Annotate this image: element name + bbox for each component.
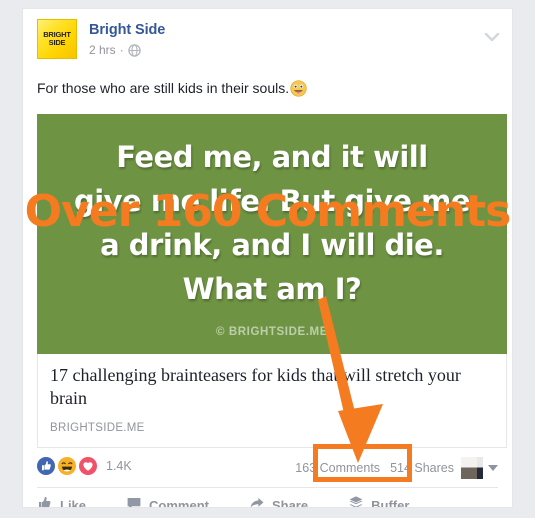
comment-button-label: Comment	[149, 497, 209, 508]
meta-separator: ·	[119, 43, 124, 57]
image-text-line-1: Feed me, and it will	[116, 140, 428, 174]
comment-button[interactable]: Comment	[126, 495, 209, 508]
chevron-down-icon[interactable]	[484, 29, 500, 42]
action-bar: Like Comment Share Buffer	[37, 493, 498, 508]
like-button[interactable]: Like	[37, 495, 87, 508]
image-text-line-2: give me life. But give me	[73, 184, 471, 218]
shares-count[interactable]: 514 Shares	[390, 461, 454, 475]
buffer-button-label: Buffer	[371, 497, 410, 508]
globe-icon[interactable]	[127, 43, 141, 57]
shared-post-thumbnail[interactable]	[461, 457, 483, 479]
post-timestamp[interactable]: 2 hrs	[89, 43, 116, 57]
image-watermark: © BRIGHTSIDE.ME	[215, 326, 329, 338]
counts-right: 163 Comments 514 Shares	[291, 457, 498, 479]
engagement-bar: 1.4K 163 Comments 514 Shares	[37, 457, 498, 483]
post-meta: 2 hrs ·	[89, 43, 141, 57]
buffer-button[interactable]: Buffer	[348, 495, 410, 508]
share-button[interactable]: Share	[249, 495, 309, 508]
image-text-line-4: What am I?	[182, 272, 362, 306]
post-message: For those who are still kids in their so…	[37, 79, 498, 98]
image-text-line-3: a drink, and I will die.	[100, 228, 444, 262]
avatar[interactable]: BRIGHT SIDE	[37, 19, 77, 59]
reaction-summary[interactable]: 1.4K	[37, 457, 132, 475]
facebook-post-card: BRIGHT SIDE Bright Side 2 hrs · For thos…	[22, 8, 513, 508]
speech-bubble-icon	[126, 495, 142, 507]
like-button-label: Like	[60, 497, 87, 508]
share-button-label: Share	[271, 497, 309, 508]
avatar-label-line2: SIDE	[48, 38, 66, 47]
attachment-image[interactable]: Feed me, and it will give me life. But g…	[37, 114, 507, 354]
comments-count[interactable]: 163 Comments	[291, 460, 384, 476]
reaction-count[interactable]: 1.4K	[106, 459, 132, 473]
link-title[interactable]: 17 challenging brainteasers for kids tha…	[50, 364, 492, 410]
face-with-tongue-emoji	[290, 80, 307, 97]
link-domain: BRIGHTSIDE.ME	[50, 422, 145, 434]
link-preview[interactable]: 17 challenging brainteasers for kids tha…	[37, 354, 507, 448]
page-name-link[interactable]: Bright Side	[89, 22, 165, 38]
post-header: BRIGHT SIDE Bright Side 2 hrs ·	[23, 9, 512, 65]
haha-icon	[58, 457, 76, 475]
like-icon	[37, 457, 55, 475]
post-message-text: For those who are still kids in their so…	[37, 80, 290, 96]
divider	[37, 487, 498, 488]
thumbs-up-icon	[37, 495, 53, 507]
buffer-layers-icon	[348, 495, 364, 507]
share-arrow-icon	[249, 495, 265, 507]
caret-down-icon[interactable]	[488, 465, 498, 471]
love-icon	[79, 457, 97, 475]
